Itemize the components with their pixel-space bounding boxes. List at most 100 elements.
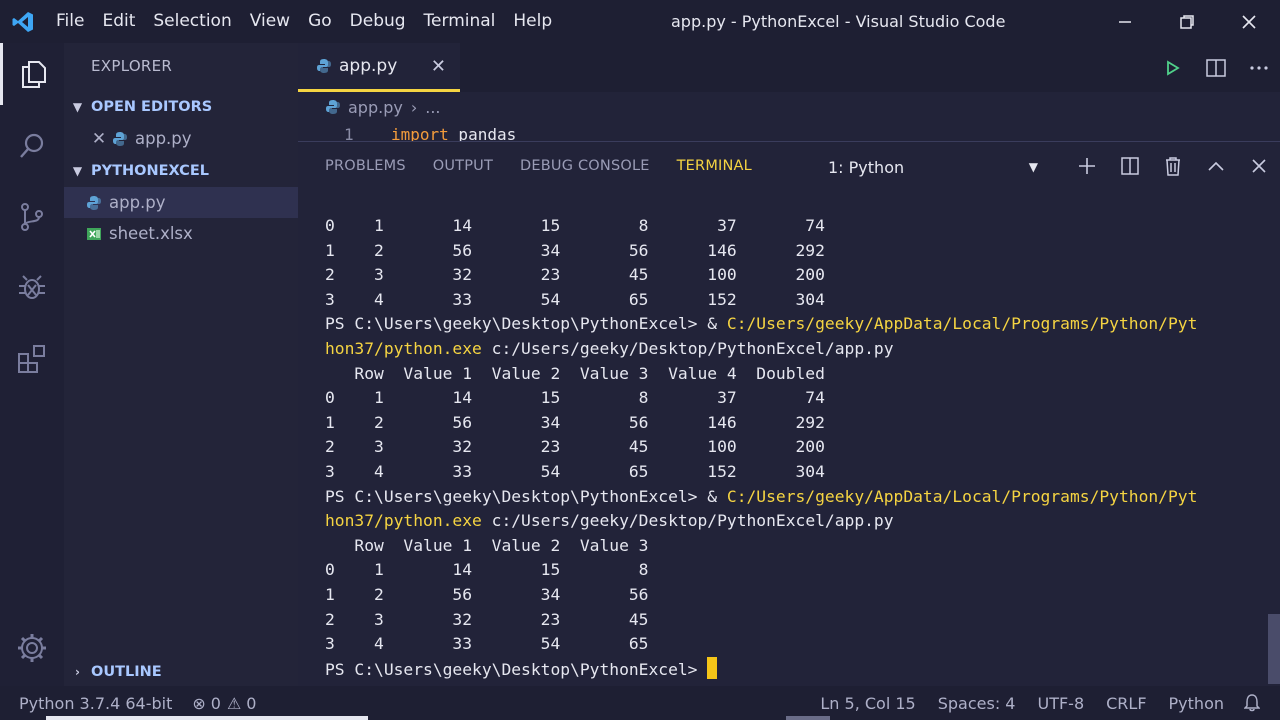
tab-debug-console[interactable]: DEBUG CONSOLE xyxy=(520,158,650,174)
tab-app-py[interactable]: app.py ✕ xyxy=(298,43,460,92)
code-keyword: import xyxy=(391,125,449,141)
terminal-line: 1 2 56 34 56 146 292 xyxy=(325,411,1255,436)
language-mode[interactable]: Python xyxy=(1159,694,1234,713)
play-icon xyxy=(1166,59,1180,76)
source-control-icon xyxy=(21,203,43,231)
close-icon[interactable]: ✕ xyxy=(64,129,112,149)
terminal-text: Row Value 1 Value 2 Value 3 Value 4 Doub… xyxy=(325,363,825,383)
breadcrumb-file[interactable]: app.py xyxy=(348,98,403,117)
debug-activity[interactable] xyxy=(0,257,64,319)
sidebar-title: EXPLORER xyxy=(91,57,173,75)
file-label: app.py xyxy=(109,193,166,212)
python-file-icon xyxy=(317,59,331,73)
notifications-bell-icon[interactable] xyxy=(1234,694,1280,712)
terminal-line: 0 1 14 15 8 xyxy=(325,558,1255,583)
run-button[interactable] xyxy=(1151,43,1194,92)
window-controls xyxy=(1094,0,1280,43)
terminal-line: 3 4 33 54 65 152 304 xyxy=(325,460,1255,485)
file-item-sheet-xlsx[interactable]: sheet.xlsx xyxy=(64,218,298,249)
terminal-text: 2 3 32 23 45 100 200 xyxy=(325,437,825,457)
terminal-line: 0 1 14 15 8 37 74 xyxy=(325,386,1255,411)
warning-count: 0 xyxy=(246,693,257,713)
open-editor-item[interactable]: ✕ app.py xyxy=(64,123,298,154)
menu-view[interactable]: View xyxy=(241,0,299,43)
indentation[interactable]: Spaces: 4 xyxy=(926,694,1028,713)
plus-icon xyxy=(1078,158,1095,174)
menu-file[interactable]: File xyxy=(46,0,93,43)
search-activity[interactable] xyxy=(0,115,64,177)
open-editors-section[interactable]: ▼ OPEN EDITORS xyxy=(64,93,298,121)
line-ending[interactable]: CRLF xyxy=(1094,694,1158,713)
terminal-select[interactable]: 1: Python ▼ xyxy=(828,155,1038,179)
tab-terminal[interactable]: TERMINAL xyxy=(677,158,752,174)
split-terminal-icon xyxy=(1120,157,1139,175)
project-section[interactable]: ▼ PYTHONEXCEL xyxy=(64,157,298,185)
file-label: sheet.xlsx xyxy=(109,224,193,243)
extensions-activity[interactable] xyxy=(0,328,64,390)
editor-tab-bar: app.py ✕ xyxy=(298,43,1280,92)
project-label: PYTHONEXCEL xyxy=(91,163,209,179)
breadcrumb-more[interactable]: ... xyxy=(425,98,440,117)
terminal-path: hon37/python.exe xyxy=(325,338,482,358)
tab-problems[interactable]: PROBLEMS xyxy=(325,158,406,174)
terminal-line: PS C:\Users\geeky\Desktop\PythonExcel> &… xyxy=(325,312,1255,337)
window-title: app.py - PythonExcel - Visual Studio Cod… xyxy=(671,12,1006,31)
close-panel-button[interactable] xyxy=(1237,142,1280,190)
explorer-sidebar: EXPLORER ▼ OPEN EDITORS ✕ app.py ▼ PYTHO… xyxy=(64,43,298,686)
problems-indicator[interactable]: ⊗ 0 ⚠ 0 xyxy=(182,694,266,713)
activity-bar xyxy=(0,43,64,686)
terminal-input-line[interactable]: PS C:\Users\geeky\Desktop\PythonExcel> xyxy=(325,656,1255,682)
menu-selection[interactable]: Selection xyxy=(144,0,240,43)
chevron-down-icon: ▼ xyxy=(72,100,83,114)
restore-icon xyxy=(1180,14,1194,29)
source-control-activity[interactable] xyxy=(0,186,64,248)
terminal-text: 3 4 33 54 65 152 304 xyxy=(325,289,825,309)
ellipsis-icon xyxy=(1249,65,1268,70)
chevron-right-icon: › xyxy=(75,664,80,679)
terminal-prompt: PS C:\Users\geeky\Desktop\PythonExcel> & xyxy=(325,486,727,506)
python-interpreter[interactable]: Python 3.7.4 64-bit xyxy=(0,694,182,713)
menu-debug[interactable]: Debug xyxy=(341,0,415,43)
terminal-path: C:/Users/geeky/AppData/Local/Programs/Py… xyxy=(726,314,1198,334)
terminal-text: 2 3 32 23 45 xyxy=(325,609,649,629)
terminal-text: 3 4 33 54 65 152 304 xyxy=(325,461,825,481)
terminal-text: 0 1 14 15 8 37 74 xyxy=(325,216,825,235)
kill-terminal-button[interactable] xyxy=(1151,142,1194,190)
split-terminal-button[interactable] xyxy=(1108,142,1151,190)
code-editor[interactable]: 1 import pandas xyxy=(298,122,1280,141)
terminal-text: Row Value 1 Value 2 Value 3 xyxy=(325,535,649,555)
split-editor-button[interactable] xyxy=(1194,43,1237,92)
python-file-icon xyxy=(326,100,340,114)
editor-actions xyxy=(1151,43,1280,92)
encoding[interactable]: UTF-8 xyxy=(1027,694,1094,713)
cursor-position[interactable]: Ln 5, Col 15 xyxy=(810,694,925,713)
explorer-activity[interactable] xyxy=(0,43,64,105)
terminal-text: 1 2 56 34 56 146 292 xyxy=(325,240,825,260)
chevron-right-icon: › xyxy=(410,97,418,117)
close-tab-icon[interactable]: ✕ xyxy=(431,56,446,77)
terminal-line: 2 3 32 23 45 100 200 xyxy=(325,263,1255,288)
terminal-scrollbar[interactable] xyxy=(1268,614,1280,684)
terminal-output[interactable]: 0 1 14 15 8 37 74 1 2 56 34 56 146 292 2 3… xyxy=(325,214,1255,681)
panel-tabs: PROBLEMS OUTPUT DEBUG CONSOLE TERMINAL xyxy=(325,142,779,190)
vscode-logo-icon xyxy=(0,0,46,43)
new-terminal-button[interactable] xyxy=(1065,142,1108,190)
maximize-panel-button[interactable] xyxy=(1194,142,1237,190)
outline-section[interactable]: › OUTLINE xyxy=(64,657,298,686)
menu-terminal[interactable]: Terminal xyxy=(415,0,505,43)
tab-output[interactable]: OUTPUT xyxy=(433,158,493,174)
menu-go[interactable]: Go xyxy=(299,0,341,43)
chevron-up-icon xyxy=(1207,161,1224,171)
manage-activity[interactable] xyxy=(0,617,64,679)
restore-button[interactable] xyxy=(1156,0,1218,43)
excel-file-icon xyxy=(87,227,101,240)
close-icon xyxy=(1251,159,1266,173)
close-window-button[interactable] xyxy=(1218,0,1280,43)
minimize-button[interactable] xyxy=(1094,0,1156,43)
file-item-app-py[interactable]: app.py xyxy=(64,187,298,218)
menu-edit[interactable]: Edit xyxy=(93,0,144,43)
terminal-line: 1 2 56 34 56 146 292 xyxy=(325,239,1255,264)
terminal-prompt: PS C:\Users\geeky\Desktop\PythonExcel> xyxy=(325,659,708,679)
trash-icon xyxy=(1165,157,1180,176)
more-actions-button[interactable] xyxy=(1237,43,1280,92)
